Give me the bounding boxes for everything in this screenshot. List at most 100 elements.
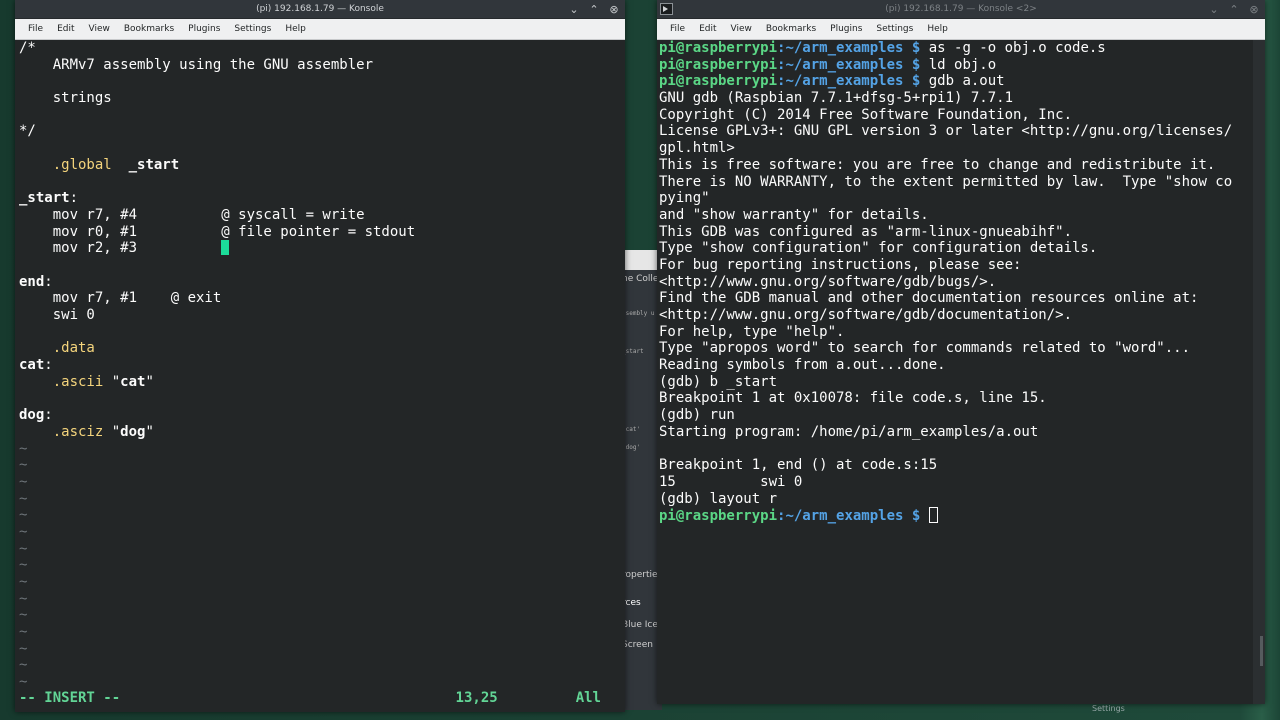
text-cursor bbox=[928, 507, 938, 524]
code-line: .ascii "cat" bbox=[52, 373, 154, 390]
code-line: .data bbox=[52, 340, 95, 357]
title-bar[interactable]: (pi) 192.168.1.79 — Konsole <2> ⌄ ⌃ ⊗ bbox=[657, 0, 1265, 19]
menu-settings[interactable]: Settings bbox=[227, 24, 278, 34]
gdb-output-line: GNU gdb (Raspbian 7.7.1+dfsg-5+rpi1) 7.7… bbox=[659, 90, 1014, 107]
gdb-output-line: Type "apropos word" to search for comman… bbox=[659, 340, 1191, 357]
code-line: strings bbox=[19, 90, 112, 107]
vim-empty-line: ~ bbox=[19, 557, 28, 574]
menu-plugins[interactable]: Plugins bbox=[823, 24, 869, 34]
vim-empty-line: ~ bbox=[19, 507, 28, 524]
prompt-user: pi@raspberrypi bbox=[659, 73, 778, 90]
menu-help[interactable]: Help bbox=[920, 24, 955, 34]
menu-edit[interactable]: Edit bbox=[692, 24, 723, 34]
background-window-header bbox=[622, 250, 662, 270]
vim-empty-line: ~ bbox=[19, 523, 28, 540]
gdb-output-line: pying" bbox=[659, 190, 710, 207]
gdb-output-line: (gdb) layout r bbox=[659, 490, 778, 507]
gdb-output-line: For help, type "help". bbox=[659, 323, 845, 340]
gdb-output-line: <http://www.gnu.org/software/gdb/bugs/>. bbox=[659, 273, 997, 290]
window-title: (pi) 192.168.1.79 — Konsole bbox=[256, 4, 384, 14]
menu-edit[interactable]: Edit bbox=[50, 24, 81, 34]
gdb-output-line: Find the GDB manual and other documentat… bbox=[659, 290, 1199, 307]
gdb-terminal-area[interactable]: pi@raspberrypi:~/arm_examples $ as -g -o… bbox=[657, 40, 1253, 704]
gdb-output-line: 15 swi 0 bbox=[659, 473, 803, 490]
vim-empty-line: ~ bbox=[19, 640, 28, 657]
prompt-user: pi@raspberrypi bbox=[659, 40, 778, 56]
code-line: swi 0 bbox=[19, 307, 95, 323]
vim-scroll-indicator: All bbox=[575, 690, 601, 706]
konsole-icon bbox=[660, 3, 673, 15]
shell-command-line: pi@raspberrypi:~/arm_examples $ as -g -o… bbox=[659, 40, 1106, 56]
menu-file[interactable]: File bbox=[663, 24, 692, 34]
background-window-label: ropertie bbox=[622, 570, 658, 580]
background-window-label: 'cat' bbox=[622, 426, 641, 433]
vim-cursor-position: 13,25 bbox=[455, 690, 498, 706]
code-line: mov r2, #3 bbox=[19, 240, 625, 257]
shell-command-line: pi@raspberrypi:~/arm_examples $ gdb a.ou… bbox=[659, 73, 1005, 90]
menu-plugins[interactable]: Plugins bbox=[181, 24, 227, 34]
prompt-path: :~/arm_examples $ bbox=[777, 40, 929, 56]
menu-view[interactable]: View bbox=[82, 24, 117, 34]
menu-file[interactable]: File bbox=[21, 24, 50, 34]
konsole-window-gdb[interactable]: (pi) 192.168.1.79 — Konsole <2> ⌄ ⌃ ⊗ Fi… bbox=[657, 0, 1265, 704]
gdb-output-line: Breakpoint 1 at 0x10078: file code.s, li… bbox=[659, 390, 1047, 407]
code-line: mov r7, #4 @ syscall = write bbox=[19, 206, 365, 223]
gdb-output-line: For bug reporting instructions, please s… bbox=[659, 256, 1022, 273]
menu-settings[interactable]: Settings bbox=[869, 24, 920, 34]
vim-empty-line: ~ bbox=[19, 574, 28, 590]
background-window-label: rces bbox=[622, 598, 641, 608]
close-icon[interactable]: ⊗ bbox=[1247, 3, 1261, 16]
terminal-scrollbar[interactable] bbox=[1253, 40, 1265, 704]
gdb-output-line: and "show warranty" for details. bbox=[659, 206, 929, 223]
code-line: dog: bbox=[19, 407, 53, 424]
menu-bookmarks[interactable]: Bookmarks bbox=[759, 24, 823, 34]
code-line: /* bbox=[19, 40, 36, 56]
scrollbar-thumb[interactable] bbox=[1260, 636, 1263, 666]
vim-empty-line: ~ bbox=[19, 473, 28, 490]
menu-help[interactable]: Help bbox=[278, 24, 313, 34]
vim-mode-indicator: -- INSERT -- bbox=[19, 690, 121, 706]
background-window-label: Screen bbox=[622, 640, 653, 650]
window-title: (pi) 192.168.1.79 — Konsole <2> bbox=[885, 4, 1037, 14]
menu-bookmarks[interactable]: Bookmarks bbox=[117, 24, 181, 34]
minimize-icon[interactable]: ⌄ bbox=[1207, 3, 1221, 16]
gdb-output-line: Type "show configuration" for configurat… bbox=[659, 240, 1098, 257]
background-window-label: _start bbox=[622, 348, 644, 355]
shell-prompt-line[interactable]: pi@raspberrypi:~/arm_examples $ bbox=[659, 507, 1253, 524]
gdb-output-line: (gdb) run bbox=[659, 407, 735, 424]
gdb-output-line: There is NO WARRANTY, to the extent perm… bbox=[659, 173, 1233, 190]
vim-editor-area[interactable]: /* ARMv7 assembly using the GNU assemble… bbox=[15, 40, 625, 712]
prompt-user: pi@raspberrypi bbox=[659, 508, 778, 525]
prompt-path: :~/arm_examples $ bbox=[777, 73, 929, 90]
maximize-icon[interactable]: ⌃ bbox=[587, 3, 601, 16]
code-line: cat: bbox=[19, 357, 53, 374]
code-line: ARMv7 assembly using the GNU assembler bbox=[19, 56, 374, 73]
vim-empty-line: ~ bbox=[19, 657, 28, 674]
gdb-output-line: This is free software: you are free to c… bbox=[659, 156, 1216, 173]
gdb-output-line: Breakpoint 1, end () at code.s:15 bbox=[659, 457, 938, 474]
background-window: ne Colle ssembly u _start 'cat' 'dog' ro… bbox=[622, 250, 662, 710]
gdb-output-line: Reading symbols from a.out...done. bbox=[659, 357, 946, 374]
maximize-icon[interactable]: ⌃ bbox=[1227, 3, 1241, 16]
gdb-output-line: (gdb) b _start bbox=[659, 373, 778, 390]
title-bar[interactable]: (pi) 192.168.1.79 — Konsole ⌄ ⌃ ⊗ bbox=[15, 0, 625, 19]
gdb-output-line: This GDB was configured as "arm-linux-gn… bbox=[659, 223, 1073, 240]
konsole-window-editor[interactable]: (pi) 192.168.1.79 — Konsole ⌄ ⌃ ⊗ File E… bbox=[15, 0, 625, 712]
minimize-icon[interactable]: ⌄ bbox=[567, 3, 581, 16]
vim-status-line: -- INSERT -- 13,25 All bbox=[19, 690, 601, 707]
close-icon[interactable]: ⊗ bbox=[607, 3, 621, 16]
vim-empty-line: ~ bbox=[19, 590, 28, 607]
menu-view[interactable]: View bbox=[724, 24, 759, 34]
prompt-user: pi@raspberrypi bbox=[659, 56, 778, 73]
gdb-output-line: <http://www.gnu.org/software/gdb/documen… bbox=[659, 307, 1073, 323]
background-window-label: ssembly u bbox=[622, 310, 655, 317]
vim-empty-line: ~ bbox=[19, 624, 28, 641]
prompt-path: :~/arm_examples $ bbox=[777, 508, 929, 525]
